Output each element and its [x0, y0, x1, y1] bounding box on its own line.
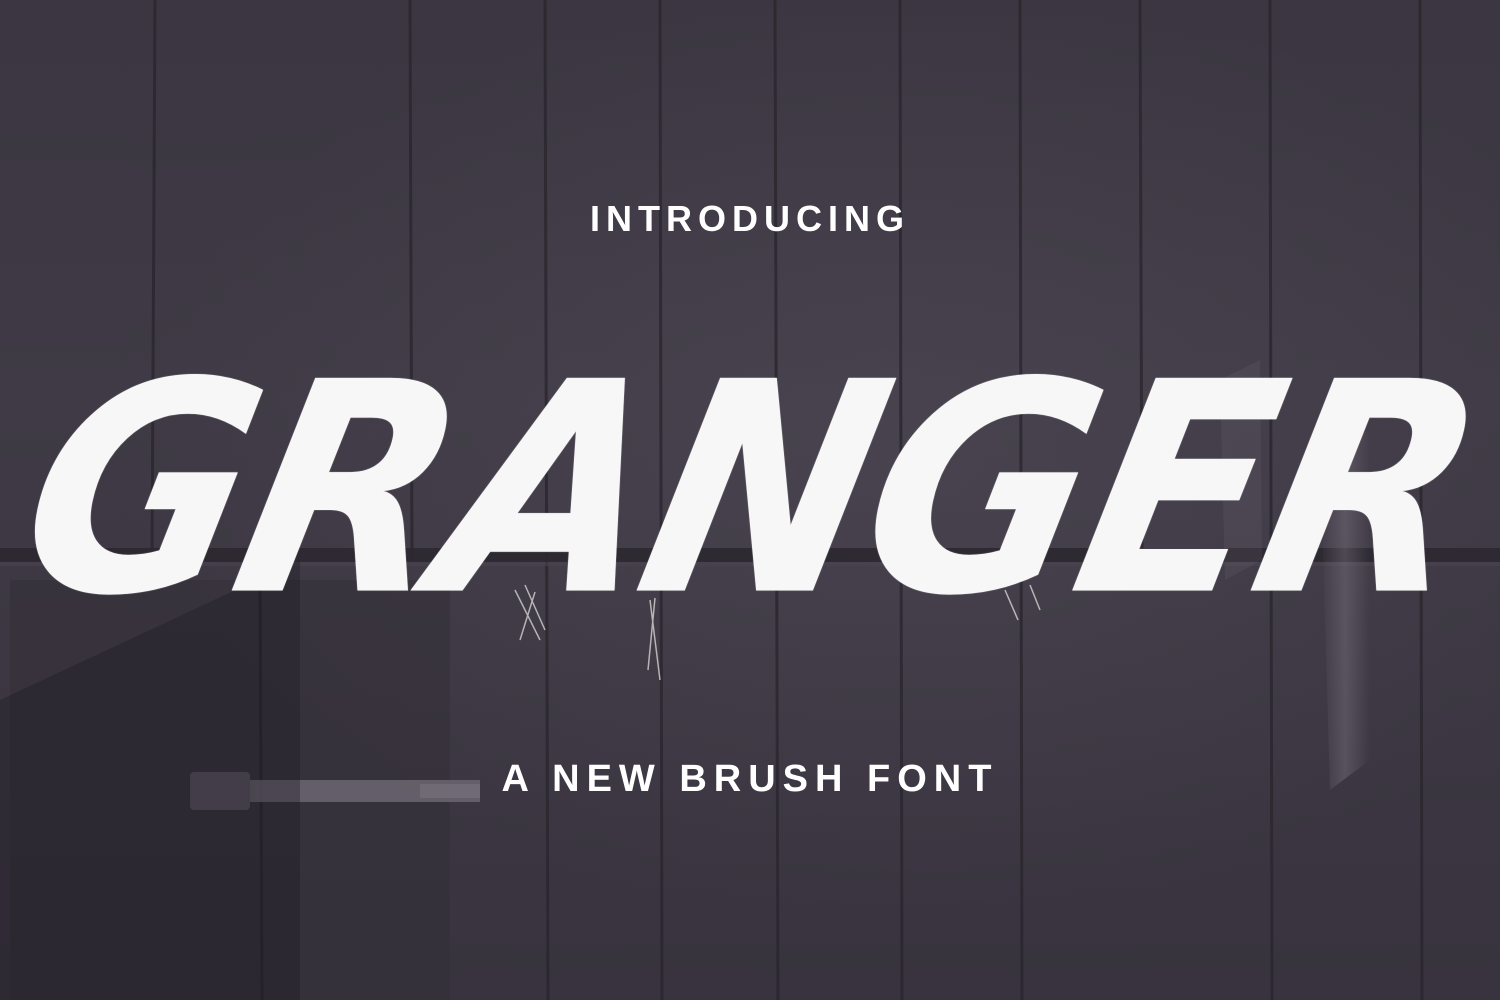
promo-banner: INTRODUCING GRANGER A NEW BRUSH FONT — [0, 0, 1500, 1000]
tagline: A NEW BRUSH FONT — [501, 758, 999, 800]
intro-heading: INTRODUCING — [590, 198, 910, 239]
brand-logotype: GRANGER — [0, 319, 1500, 660]
